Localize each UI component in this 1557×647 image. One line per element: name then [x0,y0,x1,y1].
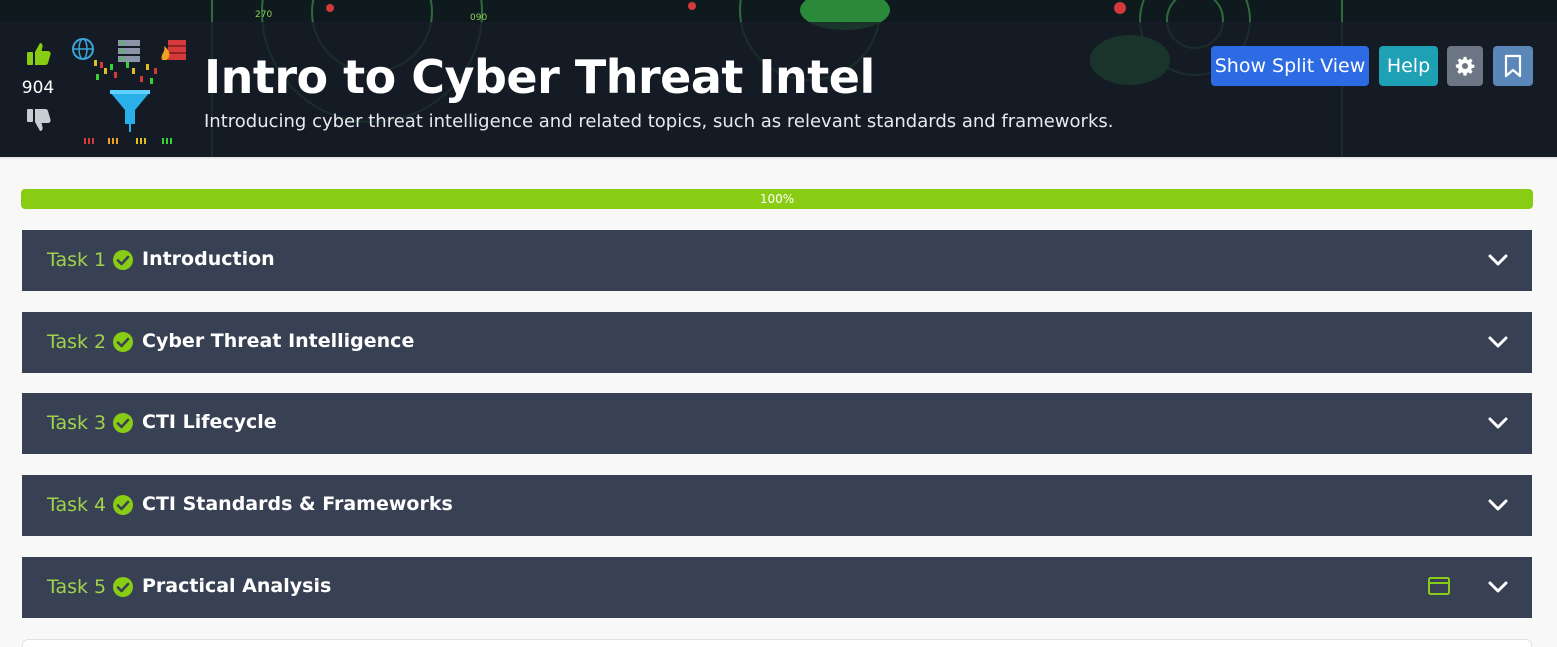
room-progress-bar: 100% [21,189,1533,209]
task-title: Practical Analysis [142,575,332,597]
chevron-down-icon[interactable] [1487,577,1509,597]
check-circle-icon [113,332,133,352]
task-number: Task 3 [47,412,107,434]
next-section-card [22,639,1532,647]
check-circle-icon [113,495,133,515]
progress-label: 100% [759,192,795,206]
task-1-header[interactable]: Task 1 Introduction [22,230,1532,291]
task-number: Task 1 [47,249,107,271]
show-split-view-button[interactable]: Show Split View [1211,46,1369,86]
help-button[interactable]: Help [1379,46,1438,86]
task-2-header[interactable]: Task 2 Cyber Threat Intelligence [22,312,1532,373]
thumbs-up-icon[interactable] [24,40,52,68]
chevron-down-icon[interactable] [1487,332,1509,352]
gear-icon [1455,56,1475,76]
vote-count: 904 [21,78,55,98]
task-title: Cyber Threat Intelligence [142,330,415,352]
vote-widget: 904 [14,40,62,134]
bookmark-icon [1504,54,1522,78]
chevron-down-icon[interactable] [1487,250,1509,270]
task-3-header[interactable]: Task 3 CTI Lifecycle [22,393,1532,454]
check-circle-icon [113,250,133,270]
thumbs-down-icon[interactable] [24,106,52,134]
chevron-down-icon[interactable] [1487,495,1509,515]
task-4-header[interactable]: Task 4 CTI Standards & Frameworks [22,475,1532,536]
progress-fill: 100% [21,189,1533,209]
header-divider [0,157,1557,159]
svg-text:270: 270 [255,10,272,20]
bookmark-button[interactable] [1493,46,1533,86]
room-header: 270 090 904 Intro to Cyber Threat Intel … [0,0,1557,158]
task-number: Task 2 [47,331,107,353]
task-number: Task 5 [47,576,107,598]
task-number: Task 4 [47,494,107,516]
task-title: CTI Lifecycle [142,411,277,433]
check-circle-icon [113,577,133,597]
task-title: Introduction [142,248,275,270]
check-circle-icon [113,413,133,433]
settings-button[interactable] [1447,46,1483,86]
chevron-down-icon[interactable] [1487,413,1509,433]
room-description: Introducing cyber threat intelligence an… [204,111,1114,132]
task-5-header[interactable]: Task 5 Practical Analysis [22,557,1532,618]
room-logo-icon [72,38,186,144]
task-title: CTI Standards & Frameworks [142,493,453,515]
room-title: Intro to Cyber Threat Intel [204,50,875,104]
machine-window-icon[interactable] [1427,575,1451,597]
